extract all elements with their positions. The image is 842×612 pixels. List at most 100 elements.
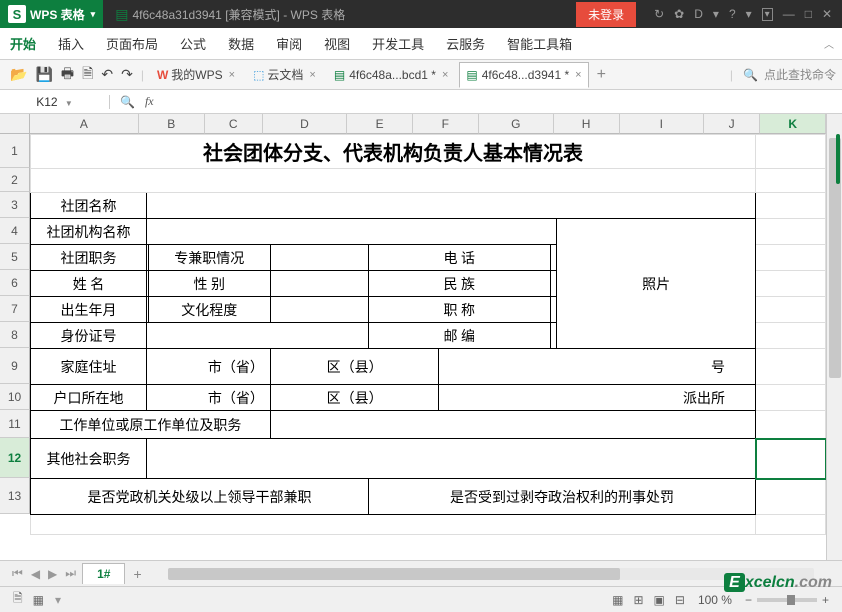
sheet-nav-last-icon[interactable]: ⏭	[61, 566, 80, 581]
sync-icon[interactable]: ↻	[654, 7, 664, 21]
ribbon-collapse-icon[interactable]: ︿	[824, 36, 834, 51]
cell[interactable]: 社团机构名称	[31, 219, 147, 245]
col-header-B[interactable]: B	[139, 114, 205, 134]
col-header-K[interactable]: K	[760, 114, 826, 134]
row-header-5[interactable]: 5	[0, 244, 30, 270]
view-page-icon[interactable]: ⊞	[633, 593, 643, 607]
row-header-13[interactable]: 13	[0, 478, 30, 514]
row-header-7[interactable]: 7	[0, 296, 30, 322]
open-file-icon[interactable]: 📂	[10, 66, 27, 83]
sheet-tab-1[interactable]: 1#	[82, 563, 125, 584]
cell[interactable]	[270, 411, 755, 439]
scrollbar-thumb[interactable]	[168, 568, 620, 580]
cell[interactable]: 出生年月	[31, 297, 147, 323]
col-header-F[interactable]: F	[413, 114, 479, 134]
row-header-1[interactable]: 1	[0, 134, 30, 168]
name-box[interactable]: K12 ▼	[0, 95, 110, 109]
row-header-9[interactable]: 9	[0, 348, 30, 384]
help-icon[interactable]: ?	[729, 7, 736, 21]
close-tab-icon[interactable]: ×	[229, 69, 235, 81]
redo-icon[interactable]: ↷	[121, 66, 133, 83]
cell[interactable]	[550, 297, 557, 323]
cell[interactable]	[270, 245, 368, 271]
col-header-A[interactable]: A	[30, 114, 139, 134]
menu-start[interactable]: 开始	[10, 34, 36, 53]
select-all-corner[interactable]	[0, 114, 30, 134]
cell[interactable]	[147, 323, 369, 349]
cell[interactable]: 姓 名	[31, 271, 147, 297]
cell[interactable]: 性 别	[148, 271, 270, 297]
undo-icon[interactable]: ↶	[101, 66, 113, 83]
close-tab-icon[interactable]: ×	[309, 69, 315, 81]
fx-icon[interactable]: fx	[145, 94, 154, 109]
sheet-nav-next-icon[interactable]: ▶	[44, 567, 61, 581]
row-header-4[interactable]: 4	[0, 218, 30, 244]
cell-grid[interactable]: 社会团体分支、代表机构负责人基本情况表 社团名称 社团机构名称 照片 社团职务专…	[30, 134, 826, 560]
view-normal-icon[interactable]: ▦	[612, 593, 623, 607]
print-icon[interactable]: 🖶	[61, 63, 74, 87]
row-header-8[interactable]: 8	[0, 322, 30, 348]
add-sheet-button[interactable]: +	[127, 566, 147, 582]
row-header-6[interactable]: 6	[0, 270, 30, 296]
col-header-H[interactable]: H	[554, 114, 620, 134]
tab-cloud-docs[interactable]: ⬚ 云文档 ×	[246, 62, 323, 88]
cell[interactable]	[270, 297, 368, 323]
cell[interactable]: 市（省）	[147, 385, 271, 411]
zoom-slider-icon[interactable]: ⊟	[675, 593, 685, 607]
cell[interactable]	[756, 193, 826, 219]
cell[interactable]: 区（县）	[270, 349, 439, 385]
settings-gear-icon[interactable]: ✿	[674, 7, 684, 21]
cell[interactable]: 是否党政机关处级以上领导干部兼职	[31, 479, 369, 515]
row-header-2[interactable]: 2	[0, 168, 30, 192]
cell[interactable]: 户口所在地	[31, 385, 147, 411]
col-header-I[interactable]: I	[620, 114, 704, 134]
app-logo[interactable]: S WPS 表格 ▾	[0, 0, 103, 28]
menu-page-layout[interactable]: 页面布局	[106, 34, 158, 53]
cell[interactable]: 市（省）	[147, 349, 271, 385]
cell[interactable]: 民 族	[368, 271, 550, 297]
col-header-J[interactable]: J	[704, 114, 760, 134]
menu-data[interactable]: 数据	[228, 34, 254, 53]
cell[interactable]: 社团名称	[31, 193, 147, 219]
new-tab-button[interactable]: +	[591, 66, 612, 84]
sheet-nav-prev-icon[interactable]: ◀	[27, 567, 44, 581]
tab-doc-2[interactable]: ▤ 4f6c48...d3941 * ×	[459, 62, 588, 88]
cell[interactable]	[756, 479, 826, 515]
close-tab-icon[interactable]: ×	[575, 69, 581, 81]
view-break-icon[interactable]: ▣	[654, 593, 665, 607]
col-header-E[interactable]: E	[347, 114, 413, 134]
cell[interactable]	[147, 193, 756, 219]
cell[interactable]: 邮 编	[368, 323, 550, 349]
cell[interactable]	[756, 349, 826, 385]
cell[interactable]: 身份证号	[31, 323, 147, 349]
zoom-slider[interactable]	[757, 598, 817, 602]
cancel-edit-icon[interactable]: 🔍	[120, 95, 135, 109]
namebox-dropdown-icon[interactable]: ▼	[65, 99, 73, 108]
row-header-10[interactable]: 10	[0, 384, 30, 410]
cell[interactable]: 家庭住址	[31, 349, 147, 385]
cell[interactable]	[756, 439, 826, 479]
cell[interactable]	[756, 245, 826, 271]
menu-insert[interactable]: 插入	[58, 34, 84, 53]
cell[interactable]	[756, 411, 826, 439]
cell[interactable]: 社团职务	[31, 245, 147, 271]
cell[interactable]: 派出所	[439, 385, 756, 411]
close-tab-icon[interactable]: ×	[442, 69, 448, 81]
row-header-3[interactable]: 3	[0, 192, 30, 218]
restore-down-icon[interactable]: ▾	[762, 8, 773, 21]
cell[interactable]: 号	[439, 349, 756, 385]
cell[interactable]	[270, 271, 368, 297]
doc-status-icon[interactable]: 🗎	[13, 589, 23, 610]
save-icon[interactable]: 💾	[35, 66, 52, 83]
cell[interactable]: 照片	[557, 219, 756, 349]
cell[interactable]	[31, 515, 756, 535]
cell[interactable]	[756, 169, 826, 193]
caret-icon[interactable]: ▾	[55, 593, 61, 607]
col-header-C[interactable]: C	[205, 114, 263, 134]
login-button[interactable]: 未登录	[576, 2, 636, 27]
cell[interactable]	[31, 169, 756, 193]
app-menu-caret-icon[interactable]: ▾	[91, 9, 96, 20]
cell[interactable]	[756, 297, 826, 323]
cell[interactable]: 电 话	[368, 245, 550, 271]
horizontal-scrollbar[interactable]	[168, 568, 814, 580]
